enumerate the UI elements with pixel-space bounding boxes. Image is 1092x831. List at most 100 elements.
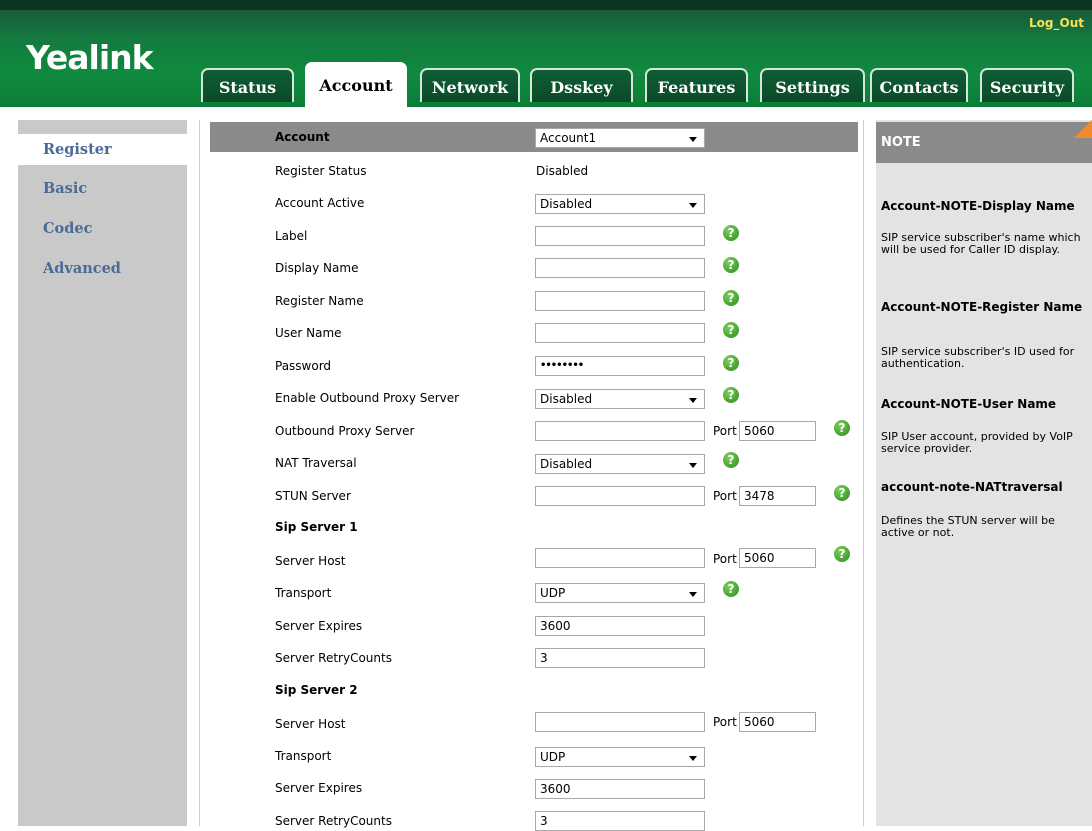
user-name-label: User Name — [275, 326, 342, 340]
tab-settings[interactable]: Settings — [760, 68, 865, 102]
help-icon[interactable]: ? — [723, 257, 739, 273]
note-title: NOTE — [881, 135, 921, 150]
enable-outbound-proxy-label: Enable Outbound Proxy Server — [275, 391, 460, 405]
tab-status[interactable]: Status — [201, 68, 294, 102]
sip2-server-expires-input[interactable]: 3600 — [535, 779, 705, 799]
account-select-value: Account1 — [540, 131, 597, 145]
help-icon[interactable]: ? — [723, 581, 739, 597]
note-heading: Account-NOTE-Register Name — [881, 300, 1083, 314]
enable-outbound-proxy-select[interactable]: Disabled — [535, 389, 705, 409]
server-host-label: Server Host — [275, 554, 346, 568]
chevron-down-icon — [689, 463, 697, 468]
sidebar-item-register[interactable]: Register — [18, 134, 187, 165]
display-name-input[interactable] — [535, 258, 705, 278]
server-host-label: Server Host — [275, 717, 346, 731]
port-label: Port — [713, 424, 737, 438]
sidebar-item-codec[interactable]: Codec — [18, 215, 187, 243]
nat-traversal-value: Disabled — [540, 457, 593, 471]
note-text: SIP service subscriber's name which will… — [881, 231, 1081, 256]
register-form: Account Account1 Register Status Disable… — [199, 120, 864, 831]
sip-server-2-heading: Sip Server 2 — [275, 683, 358, 697]
port-label: Port — [713, 552, 737, 566]
display-name-label: Display Name — [275, 261, 359, 275]
register-name-label: Register Name — [275, 294, 364, 308]
sip2-server-retry-input[interactable]: 3 — [535, 811, 705, 831]
help-icon[interactable]: ? — [723, 452, 739, 468]
help-icon[interactable]: ? — [834, 420, 850, 436]
sidebar-item-advanced[interactable]: Advanced — [18, 255, 187, 283]
tab-dsskey[interactable]: Dsskey — [530, 68, 633, 102]
server-retry-label: Server RetryCounts — [275, 651, 392, 665]
corner-fold-icon — [1074, 120, 1092, 138]
outbound-proxy-label: Outbound Proxy Server — [275, 424, 415, 438]
sip1-transport-select[interactable]: UDP — [535, 583, 705, 603]
register-name-input[interactable] — [535, 291, 705, 311]
transport-label: Transport — [275, 749, 332, 763]
help-icon[interactable]: ? — [723, 387, 739, 403]
note-panel: NOTE Account-NOTE-Display Name SIP servi… — [876, 120, 1092, 826]
note-header: NOTE — [876, 122, 1092, 163]
sidebar: Register Basic Codec Advanced — [18, 120, 187, 826]
password-input[interactable]: •••••••• — [535, 356, 705, 376]
port-label: Port — [713, 489, 737, 503]
account-select[interactable]: Account1 — [535, 128, 705, 148]
tab-features[interactable]: Features — [645, 68, 748, 102]
outbound-proxy-input[interactable] — [535, 421, 705, 441]
note-text: SIP User account, provided by VoIP servi… — [881, 430, 1073, 455]
header-topline — [0, 0, 1092, 10]
sip1-transport-value: UDP — [540, 586, 566, 600]
note-text: SIP service subscriber's ID used for aut… — [881, 345, 1075, 370]
logout-link[interactable]: Log_Out — [1029, 16, 1084, 30]
help-icon[interactable]: ? — [723, 290, 739, 306]
sip-server-1-heading: Sip Server 1 — [275, 520, 358, 534]
tab-account[interactable]: Account — [305, 62, 407, 107]
label-field-label: Label — [275, 229, 308, 243]
register-status-value: Disabled — [536, 164, 589, 178]
nat-traversal-label: NAT Traversal — [275, 456, 357, 470]
sip2-server-host-input[interactable] — [535, 712, 705, 732]
account-active-value: Disabled — [540, 197, 593, 211]
note-heading: Account-NOTE-Display Name — [881, 199, 1075, 213]
sip1-server-host-input[interactable] — [535, 548, 705, 568]
sip1-server-expires-input[interactable]: 3600 — [535, 616, 705, 636]
chevron-down-icon — [689, 592, 697, 597]
note-heading: account-note-NATtraversal — [881, 480, 1063, 494]
help-icon[interactable]: ? — [723, 355, 739, 371]
sip1-port-input[interactable]: 5060 — [739, 548, 816, 568]
register-status-label: Register Status — [275, 164, 367, 178]
stun-server-label: STUN Server — [275, 489, 351, 503]
chevron-down-icon — [689, 137, 697, 142]
sip1-server-retry-input[interactable]: 3 — [535, 648, 705, 668]
nat-traversal-select[interactable]: Disabled — [535, 454, 705, 474]
account-label: Account — [275, 130, 330, 144]
sip2-transport-select[interactable]: UDP — [535, 747, 705, 767]
note-heading: Account-NOTE-User Name — [881, 397, 1057, 411]
enable-outbound-proxy-value: Disabled — [540, 392, 593, 406]
stun-server-port-input[interactable]: 3478 — [739, 486, 816, 506]
server-expires-label: Server Expires — [275, 781, 363, 795]
tab-contacts[interactable]: Contacts — [870, 68, 968, 102]
chevron-down-icon — [689, 398, 697, 403]
help-icon[interactable]: ? — [723, 225, 739, 241]
sip2-port-input[interactable]: 5060 — [739, 712, 816, 732]
header-bar: Log_Out Yealink Status Account Network D… — [0, 0, 1092, 107]
label-input[interactable] — [535, 226, 705, 246]
note-text: Defines the STUN server will be active o… — [881, 514, 1055, 539]
yealink-logo: Yealink — [26, 38, 154, 77]
sip2-transport-value: UDP — [540, 750, 566, 764]
port-label: Port — [713, 715, 737, 729]
help-icon[interactable]: ? — [834, 485, 850, 501]
tab-security[interactable]: Security — [980, 68, 1074, 102]
account-active-select[interactable]: Disabled — [535, 194, 705, 214]
user-name-input[interactable] — [535, 323, 705, 343]
server-expires-label: Server Expires — [275, 619, 363, 633]
stun-server-input[interactable] — [535, 486, 705, 506]
help-icon[interactable]: ? — [834, 546, 850, 562]
tab-network[interactable]: Network — [420, 68, 520, 102]
outbound-proxy-port-input[interactable]: 5060 — [739, 421, 816, 441]
chevron-down-icon — [689, 756, 697, 761]
help-icon[interactable]: ? — [723, 322, 739, 338]
password-label: Password — [275, 359, 332, 373]
sidebar-item-basic[interactable]: Basic — [18, 175, 187, 203]
chevron-down-icon — [689, 203, 697, 208]
